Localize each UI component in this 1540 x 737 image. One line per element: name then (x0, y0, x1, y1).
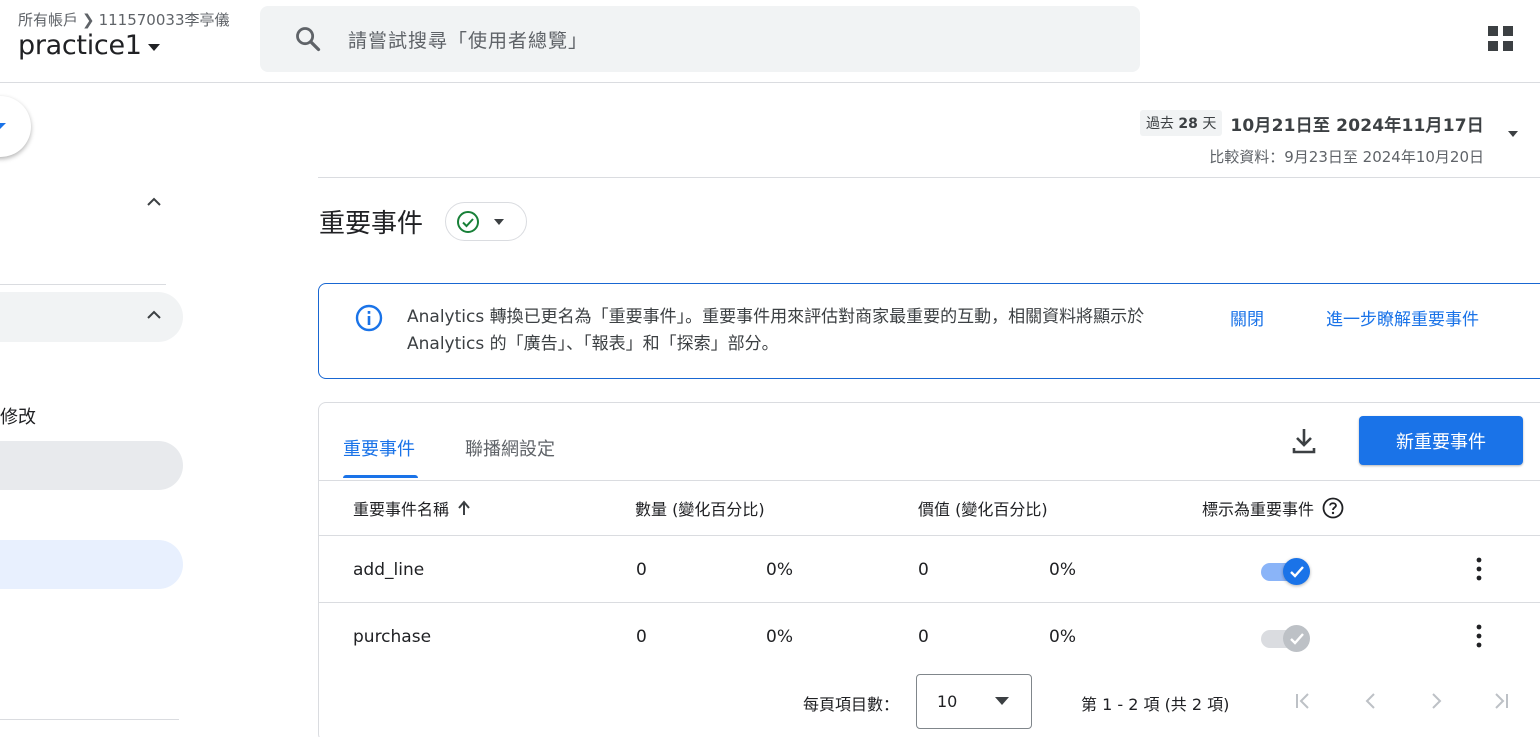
apps-grid-icon[interactable] (1488, 26, 1514, 52)
nav-item[interactable] (0, 441, 183, 490)
status-chip[interactable] (445, 202, 527, 241)
per-page-label: 每頁項目數： (803, 695, 900, 714)
event-count: 0 (636, 560, 647, 580)
caret-down-icon (147, 43, 160, 51)
mark-key-event-toggle (1261, 625, 1313, 652)
download-icon[interactable] (1291, 427, 1317, 455)
chevron-up-icon[interactable] (145, 306, 163, 324)
caret-down-icon[interactable] (1508, 131, 1518, 137)
events-card: 重要事件 聯播網設定 新重要事件 重要事件名稱 數量 (變化百分比) 價值 (變… (318, 402, 1540, 737)
search-bar[interactable]: 請嘗試搜尋「使用者總覽」 (260, 6, 1140, 72)
event-count: 0 (636, 627, 647, 647)
property-selector[interactable]: practice1 (18, 30, 160, 61)
date-range-picker[interactable]: 過去 28 天 10月21日至 2024年11月17日 比較資料：9月23日至 … (1139, 110, 1484, 167)
page-title: 重要事件 (319, 209, 424, 239)
info-icon (355, 304, 383, 332)
mark-key-event-toggle[interactable] (1261, 558, 1313, 585)
breadcrumb[interactable]: 所有帳戶 ❯ 111570033李亭儀 (18, 9, 230, 30)
table-row: purchase 0 0% 0 0% (319, 603, 1540, 670)
date-preset-chip[interactable]: 過去 28 天 (1139, 110, 1223, 136)
toggle-knob (1283, 558, 1310, 585)
search-icon (296, 27, 321, 52)
per-page-value: 10 (937, 692, 958, 711)
last-page-icon[interactable] (1489, 689, 1513, 713)
column-header-mark: 標示為重要事件 (1202, 496, 1344, 520)
event-value-change: 0% (1049, 560, 1076, 580)
tab-key-events[interactable]: 重要事件 (343, 435, 415, 461)
tab-network-settings[interactable]: 聯播網設定 (465, 435, 555, 461)
check-circle-icon (457, 210, 479, 233)
banner-close-link[interactable]: 關閉 (1230, 305, 1264, 330)
more-vert-icon[interactable] (1469, 623, 1489, 649)
event-value: 0 (918, 627, 929, 647)
chevron-up-icon[interactable] (145, 193, 163, 211)
analytics-page: 所有帳戶 ❯ 111570033李亭儀 practice1 請嘗試搜尋「使用者總覽」… (0, 0, 1540, 737)
next-page-icon[interactable] (1424, 689, 1448, 713)
per-page-select[interactable]: 10 (916, 674, 1032, 729)
nav-toggle-button[interactable] (0, 96, 31, 157)
column-header-value[interactable]: 價值 (變化百分比) (918, 496, 1048, 520)
date-preset-number: 28 (1178, 116, 1198, 132)
nav-item-selected[interactable] (0, 540, 183, 589)
table-row: add_line 0 0% 0 0% (319, 536, 1540, 603)
column-header-count[interactable]: 數量 (變化百分比) (635, 496, 765, 520)
tab-active-indicator (343, 475, 418, 478)
chevron-icon (0, 123, 6, 129)
event-name: add_line (353, 560, 425, 580)
prev-page-icon[interactable] (1359, 689, 1383, 713)
check-icon (1289, 565, 1304, 578)
more-vert-icon[interactable] (1469, 556, 1489, 582)
top-bar: 所有帳戶 ❯ 111570033李亭儀 practice1 請嘗試搜尋「使用者總覽」 (0, 0, 1540, 83)
column-header-name-label: 重要事件名稱 (353, 500, 450, 519)
check-icon (1289, 632, 1304, 645)
help-icon[interactable] (1322, 497, 1344, 519)
nav-label: 修改 (0, 407, 36, 428)
event-value-change: 0% (1049, 627, 1076, 647)
caret-down-icon (995, 697, 1009, 705)
tabs-divider (319, 480, 1540, 481)
event-name: purchase (353, 627, 432, 647)
nav-divider (0, 719, 179, 720)
toggle-knob (1283, 625, 1310, 652)
date-preset-suffix: 天 (1202, 116, 1217, 132)
date-preset-prefix: 過去 (1145, 116, 1174, 132)
pagination-range: 第 1 - 2 項 (共 2 項) (1081, 695, 1230, 714)
search-placeholder[interactable]: 請嘗試搜尋「使用者總覽」 (348, 26, 588, 53)
breadcrumb-account[interactable]: 111570033李亭儀 (99, 11, 230, 29)
date-range-main[interactable]: 10月21日至 2024年11月17日 (1230, 111, 1484, 136)
banner-message: Analytics 轉換已更名為「重要事件」。重要事件用來評估對商家最重要的互動… (407, 307, 1145, 354)
column-header-name[interactable]: 重要事件名稱 (353, 496, 471, 520)
header-divider (318, 177, 1540, 178)
breadcrumb-root[interactable]: 所有帳戶 (18, 11, 78, 29)
first-page-icon[interactable] (1291, 689, 1315, 713)
info-banner: Analytics 轉換已更名為「重要事件」。重要事件用來評估對商家最重要的互動… (318, 283, 1540, 379)
arrow-up-icon[interactable] (457, 500, 471, 516)
nav-divider (0, 284, 166, 285)
event-count-change: 0% (766, 560, 793, 580)
banner-learn-more-link[interactable]: 進一步瞭解重要事件 (1326, 305, 1479, 330)
date-range-compare: 比較資料：9月23日至 2024年10月20日 (1209, 148, 1484, 166)
new-key-event-button[interactable]: 新重要事件 (1359, 416, 1523, 465)
caret-down-icon (494, 218, 504, 225)
event-value: 0 (918, 560, 929, 580)
column-header-mark-label: 標示為重要事件 (1202, 500, 1315, 519)
event-count-change: 0% (766, 627, 793, 647)
property-name[interactable]: practice1 (18, 30, 142, 61)
breadcrumb-chevron-icon: ❯ (82, 11, 95, 29)
